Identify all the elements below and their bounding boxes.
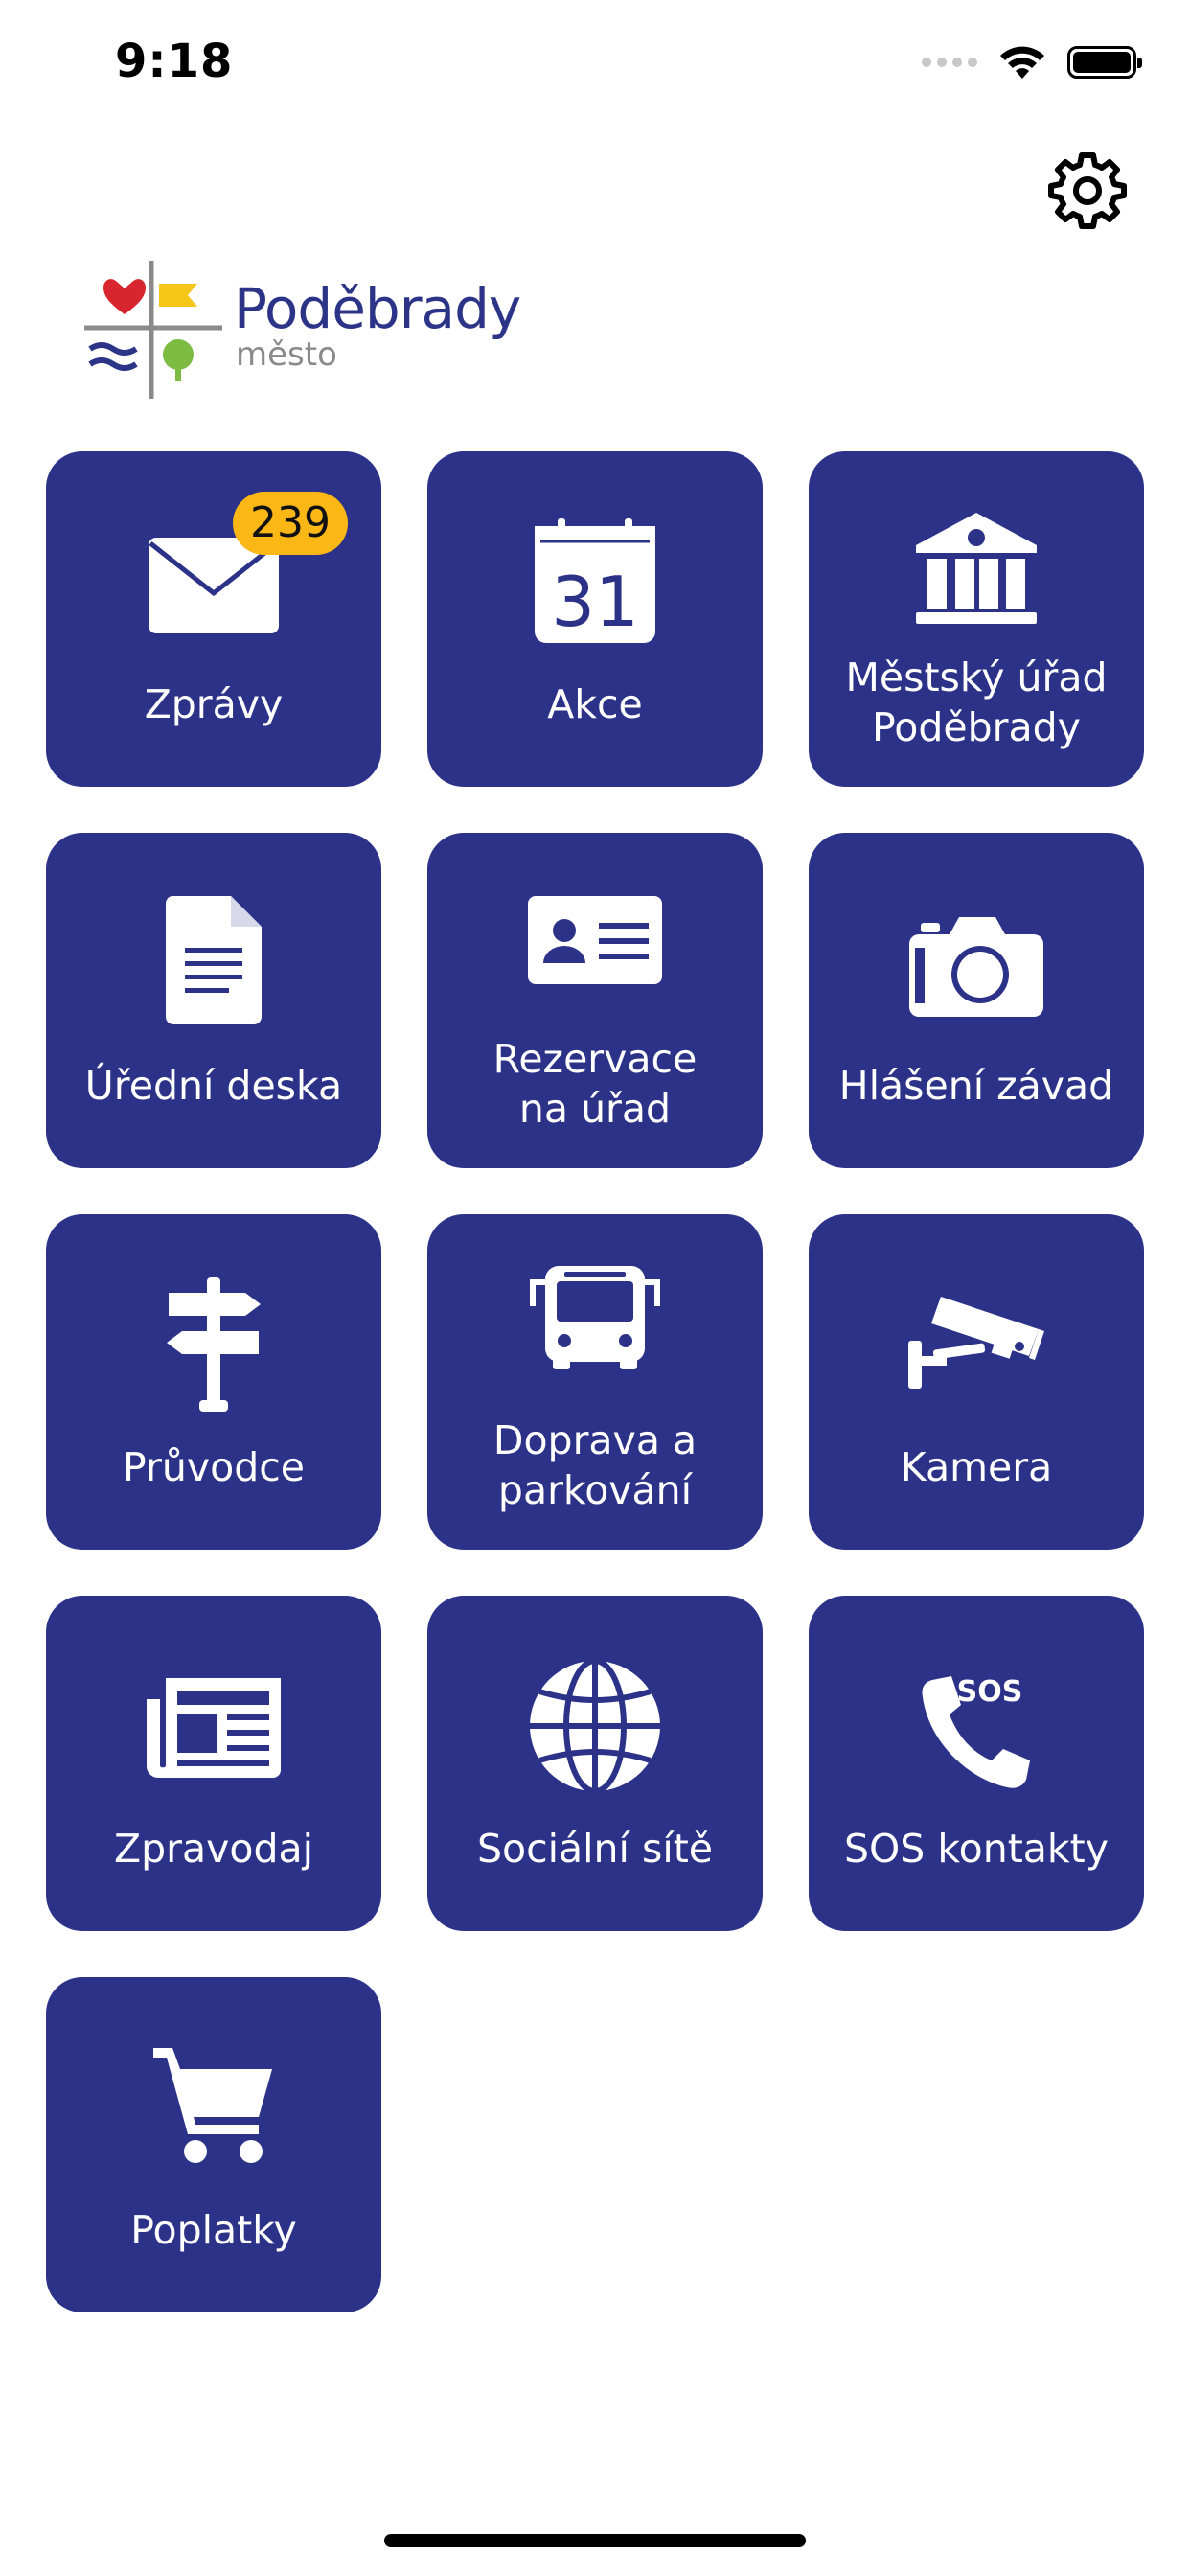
tile-label: Hlášení závad	[838, 1063, 1114, 1109]
tile-label: Městský úřad Poděbrady	[845, 655, 1108, 750]
town-hall-icon	[916, 513, 1037, 624]
battery-icon	[1067, 46, 1142, 79]
id-card-icon	[528, 896, 662, 984]
wifi-icon	[1000, 46, 1044, 79]
tile-label: Doprava a parkování	[492, 1417, 698, 1513]
camera-icon	[909, 917, 1043, 1017]
tile-newsletter[interactable]: Zpravodaj	[46, 1596, 381, 1931]
document-icon	[165, 896, 262, 1024]
status-indicators	[922, 44, 1142, 80]
sos-label: SOS	[957, 1675, 1023, 1709]
tile-label: Zpravodaj	[114, 1826, 313, 1872]
tile-label: Poplatky	[130, 2207, 297, 2253]
tile-guide[interactable]: Průvodce	[46, 1214, 381, 1550]
cellular-signal-icon	[922, 58, 977, 67]
tile-label: SOS kontakty	[844, 1826, 1109, 1872]
city-subtitle: město	[236, 335, 337, 374]
menu-tiles-grid: 239 Zprávy 31 Akce Městský úřad Poděbrad…	[46, 451, 1144, 2312]
city-emblem-icon	[84, 261, 222, 399]
globe-icon	[530, 1659, 660, 1793]
tile-office-reservation[interactable]: Rezervace na úřad	[427, 833, 763, 1168]
tile-label: Úřední deska	[84, 1063, 343, 1109]
tile-events[interactable]: 31 Akce	[427, 451, 763, 787]
status-bar: 9:18	[0, 0, 1190, 125]
tile-fees[interactable]: Poplatky	[46, 1977, 381, 2312]
tile-label: Kamera	[900, 1444, 1053, 1490]
unread-count-badge: 239	[233, 492, 348, 555]
tile-messages[interactable]: 239 Zprávy	[46, 451, 381, 787]
tile-official-board[interactable]: Úřední deska	[46, 833, 381, 1168]
status-time: 9:18	[115, 34, 234, 88]
city-name: Poděbrady	[234, 276, 521, 341]
tile-report-defects[interactable]: Hlášení závad	[809, 833, 1144, 1168]
shopping-cart-icon	[153, 2048, 272, 2163]
tile-webcam[interactable]: Kamera	[809, 1214, 1144, 1550]
tile-social-networks[interactable]: Sociální sítě	[427, 1596, 763, 1931]
tile-label: Sociální sítě	[476, 1826, 714, 1872]
tile-transport-parking[interactable]: Doprava a parkování	[427, 1214, 763, 1550]
gear-icon	[1048, 152, 1127, 229]
newspaper-icon	[147, 1678, 281, 1778]
city-logo: Poděbrady město	[82, 257, 523, 401]
calendar-day: 31	[551, 562, 639, 642]
cctv-camera-icon	[908, 1297, 1044, 1389]
tile-label: Akce	[547, 681, 643, 727]
bus-icon	[530, 1266, 660, 1369]
settings-button[interactable]	[1046, 150, 1129, 232]
tile-label: Rezervace na úřad	[492, 1036, 698, 1132]
signpost-icon	[167, 1277, 261, 1412]
tile-label: Průvodce	[123, 1444, 305, 1490]
tile-label: Zprávy	[144, 681, 284, 727]
tile-sos-contacts[interactable]: SOS SOS kontakty	[809, 1596, 1144, 1931]
home-indicator[interactable]	[384, 2534, 806, 2547]
tile-town-hall[interactable]: Městský úřad Poděbrady	[809, 451, 1144, 787]
sos-phone-icon: SOS	[922, 1675, 1030, 1788]
calendar-icon: 31	[535, 518, 655, 643]
